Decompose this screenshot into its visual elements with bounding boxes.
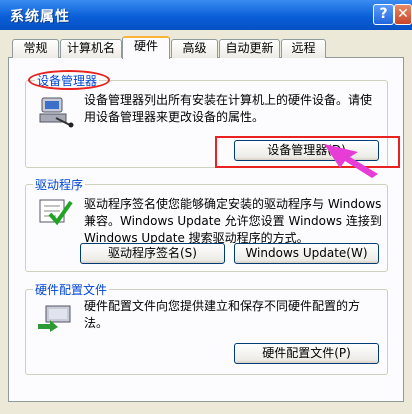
hardware-profiles-desc-line2: 法。 [84, 316, 109, 330]
driver-signing-button[interactable]: 驱动程序签名(S) [80, 243, 225, 264]
drivers-heading: 驱动程序 [33, 176, 86, 193]
drivers-desc-line2: 兼容。Windows Update 允许您设置 Windows 连接到 [84, 214, 382, 228]
drivers-desc-line1: 驱动程序签名使您能够确定安装的驱动程序与 Windows [84, 197, 382, 211]
tab-remote[interactable]: 远程 [281, 39, 326, 58]
windows-update-button[interactable]: Windows Update(W) [234, 243, 379, 264]
title-bar: 系统属性 ? ✕ [0, 0, 412, 30]
device-manager-desc-line1: 设备管理器列出所有安装在计算机上的硬件设备。请使 [84, 93, 373, 107]
tab-auto-update[interactable]: 自动更新 [219, 39, 280, 58]
heading-highlight-oval [28, 70, 110, 90]
close-button[interactable]: ✕ [394, 4, 412, 25]
tab-advanced[interactable]: 高级 [171, 39, 218, 58]
tab-computer-name[interactable]: 计算机名 [60, 39, 122, 58]
hardware-profiles-desc-line1: 硬件配置文件向您提供建立和保存不同硬件配置的方 [84, 299, 361, 313]
device-manager-desc-line2: 用设备管理器来更改设备的属性。 [84, 110, 265, 124]
window-title: 系统属性 [10, 9, 70, 25]
tab-hardware[interactable]: 硬件 [122, 36, 170, 59]
hardware-profiles-heading: 硬件配置文件 [33, 281, 110, 298]
annotation-arrow-icon [324, 144, 378, 178]
tab-general[interactable]: 常规 [12, 39, 59, 58]
device-manager-icon [38, 96, 74, 128]
help-button[interactable]: ? [373, 4, 394, 25]
driver-signing-icon [38, 196, 74, 228]
hardware-profiles-button[interactable]: 硬件配置文件(P) [234, 343, 379, 364]
hardware-profiles-icon [36, 302, 74, 332]
